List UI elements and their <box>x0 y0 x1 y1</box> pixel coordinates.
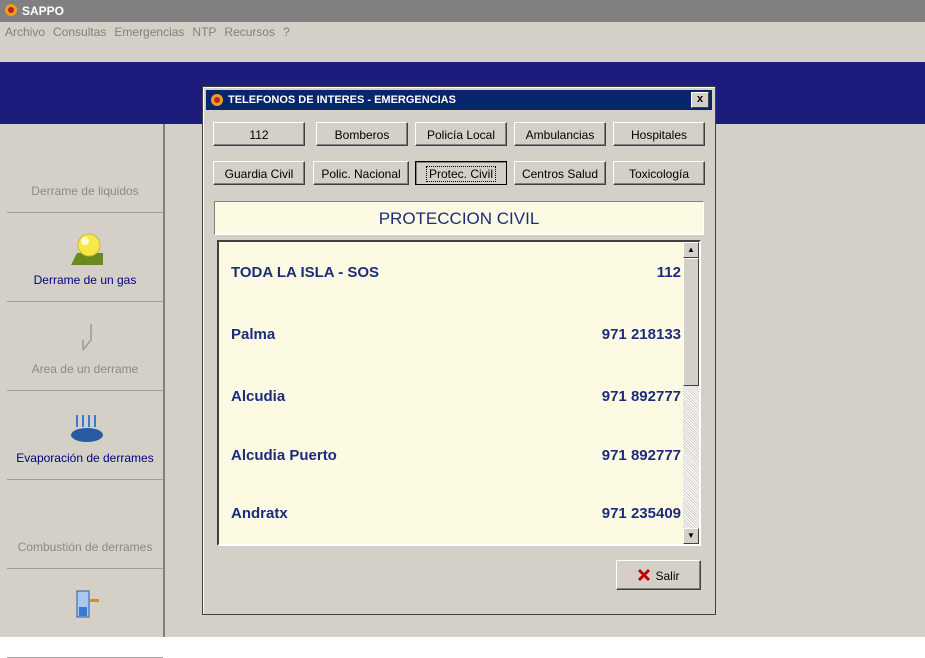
menu-consultas[interactable]: Consultas <box>48 22 109 39</box>
list-item: Alcudia Puerto 971 892777 <box>231 447 681 469</box>
entry-name: Alcudia <box>231 388 286 405</box>
evaporation-icon <box>71 415 103 442</box>
btn-centros-salud[interactable]: Centros Salud <box>514 161 606 185</box>
btn-bomberos[interactable]: Bomberos <box>316 122 408 146</box>
dialog-titlebar[interactable]: TELEFONOS DE INTERES - EMERGENCIAS x <box>206 90 712 110</box>
entry-name: Palma <box>231 326 276 343</box>
btn-112[interactable]: 112 <box>213 122 305 146</box>
close-button[interactable]: x <box>691 92 709 108</box>
btn-protec-civil[interactable]: Protec. Civil <box>415 161 507 185</box>
entry-phone: 971 892777 <box>601 388 681 405</box>
sidebar-item-area-derrame[interactable]: Area de un derrame <box>7 302 163 391</box>
entry-phone: 112 <box>656 264 681 281</box>
menu-bar: Archivo Consultas Emergencias NTP Recursos? <box>0 22 925 42</box>
sidebar-item-label: Area de un derrame <box>31 362 139 376</box>
app-window: SAPPO Archivo Consultas Emergencias NTP Recu… <box>0 0 925 658</box>
list-item: Palma 971 218133 <box>231 326 681 348</box>
list-item: Alcudia 971 892777 <box>231 388 681 410</box>
btn-hospitales[interactable]: Hospitales <box>613 122 705 146</box>
btn-polic-nacional[interactable]: Polic. Nacional <box>313 161 409 185</box>
app-logo-icon <box>5 4 17 16</box>
entry-name: TODA LA ISLA - SOS <box>231 264 380 281</box>
menu-archivo[interactable]: Archivo <box>0 22 48 39</box>
sidebar-item-derrame-gas[interactable]: Derrame de un gas <box>7 213 163 302</box>
btn-toxicologia[interactable]: Toxicología <box>613 161 705 185</box>
tank-leak-icon <box>76 590 99 618</box>
list-item: Andratx 971 235409 <box>231 505 681 527</box>
exit-button[interactable]: Salir <box>616 560 701 590</box>
menu-ntp[interactable]: NTP <box>187 22 219 39</box>
scroll-down-icon[interactable]: ▼ <box>683 528 699 544</box>
list-item: TODA LA ISLA - SOS 112 <box>231 264 681 286</box>
close-x-icon <box>638 568 651 582</box>
sidebar-item-label: Derrame de liquidos <box>31 184 139 198</box>
gas-cloud-icon <box>71 233 103 265</box>
sidebar-item-combustion[interactable]: Combustión de derrames <box>7 480 163 569</box>
section-title: PROTECCION CIVIL <box>214 201 704 235</box>
sidebar-item-tank[interactable] <box>7 569 163 658</box>
exit-label: Salir <box>655 569 680 583</box>
scroll-thumb[interactable] <box>683 258 699 386</box>
btn-guardia-civil[interactable]: Guardia Civil <box>213 161 305 185</box>
sidebar-item-derrame-liquidos[interactable]: Derrame de liquidos <box>7 124 163 213</box>
sidebar-item-evaporacion[interactable]: Evaporación de derrames <box>7 391 163 480</box>
app-titlebar: SAPPO <box>0 0 925 22</box>
menu-help[interactable]: ? <box>278 22 293 39</box>
btn-policia-local[interactable]: Policía Local <box>415 122 507 146</box>
entry-phone: 971 218133 <box>601 326 681 343</box>
dialog-title: TELEFONOS DE INTERES - EMERGENCIAS <box>228 94 456 106</box>
menu-recursos[interactable]: Recursos <box>219 22 278 39</box>
scroll-up-icon[interactable]: ▲ <box>683 242 699 258</box>
app-title: SAPPO <box>22 4 65 18</box>
emergency-phones-dialog: TELEFONOS DE INTERES - EMERGENCIAS x 112… <box>202 86 716 615</box>
spill-area-icon <box>82 324 92 351</box>
menu-emergencias[interactable]: Emergencias <box>109 22 187 39</box>
sidebar-item-label: Derrame de un gas <box>33 273 137 287</box>
entry-name: Andratx <box>231 505 288 522</box>
entry-name: Alcudia Puerto <box>231 447 337 464</box>
app-logo-icon <box>211 94 223 106</box>
sidebar-item-label: Evaporación de derrames <box>16 451 154 465</box>
vertical-scrollbar[interactable]: ▲ ▼ <box>683 242 699 544</box>
entry-phone: 971 892777 <box>601 447 681 464</box>
phone-list[interactable]: TODA LA ISLA - SOS 112 Palma 971 218133 … <box>217 240 701 546</box>
btn-ambulancias[interactable]: Ambulancias <box>514 122 606 146</box>
sidebar: Derrame de liquidos Derrame de un gas Ar… <box>7 124 165 658</box>
sidebar-item-label: Combustión de derrames <box>17 540 153 554</box>
entry-phone: 971 235409 <box>601 505 681 522</box>
